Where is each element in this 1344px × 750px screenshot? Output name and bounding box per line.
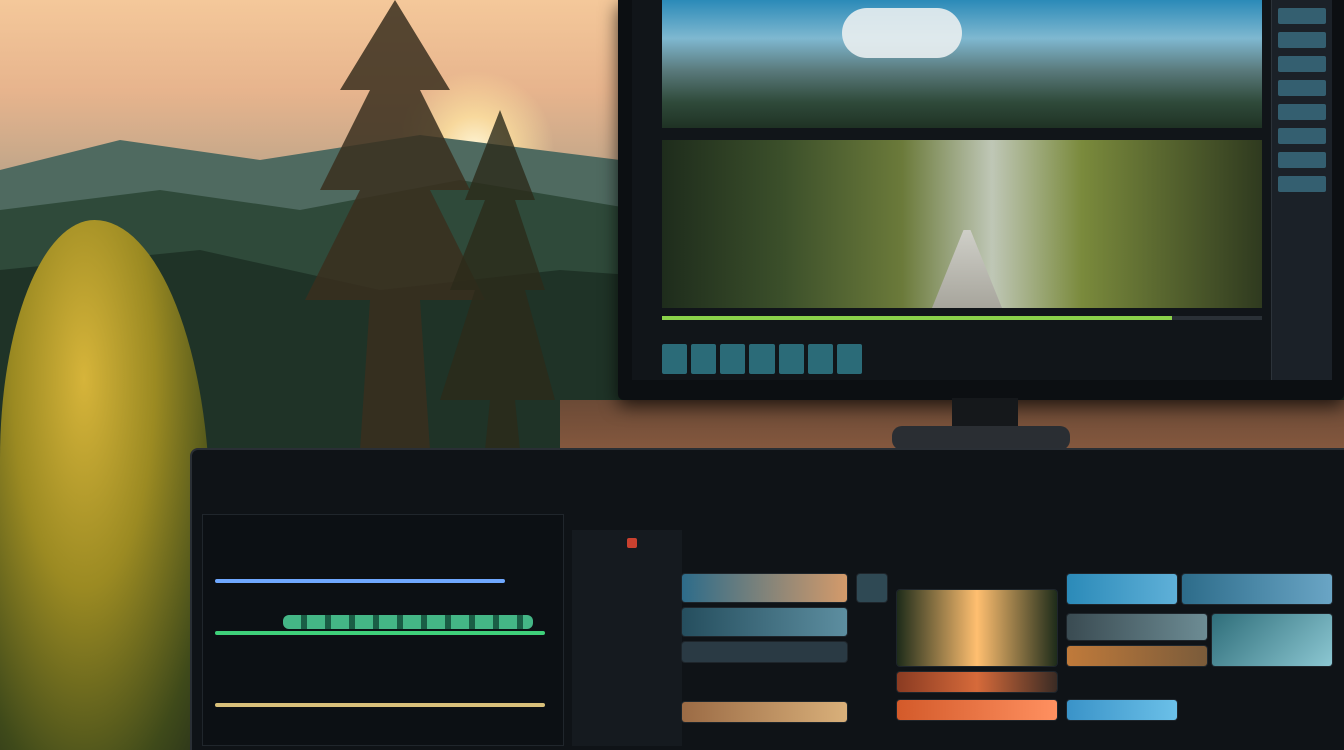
monitor-screen [632,0,1332,380]
audio-track[interactable] [215,579,505,583]
monitor-timeline[interactable] [662,316,1262,320]
clip[interactable] [1182,574,1332,604]
cloud-shape [842,8,962,58]
editor-toolbar [682,496,1342,512]
sidebar-tile[interactable] [1278,104,1326,120]
clip[interactable] [682,608,847,636]
sidebar-tile[interactable] [1278,152,1326,168]
thumb[interactable] [778,344,804,374]
sidebar-tile[interactable] [1278,32,1326,48]
playhead-marker[interactable] [627,538,637,548]
thumb[interactable] [807,344,833,374]
monitor [618,0,1344,400]
clip[interactable] [682,702,847,722]
sidebar-tile[interactable] [1278,176,1326,192]
audio-track[interactable] [215,631,545,635]
mountain-preview [662,0,1262,128]
thumb[interactable] [691,344,717,374]
editor-menubar [212,470,1342,490]
clip[interactable] [897,700,1057,720]
editor-screen [190,448,1344,750]
photo-scene [0,0,1344,750]
pine-trees [305,0,555,450]
clip[interactable] [1212,614,1332,666]
monitor-sidebar [1271,0,1332,380]
audio-track-panel [202,514,564,746]
thumb[interactable] [720,344,746,374]
sidebar-tile[interactable] [1278,128,1326,144]
waveform [283,615,533,629]
clip[interactable] [1067,574,1177,604]
clip[interactable] [682,642,847,662]
sidebar-tile[interactable] [1278,56,1326,72]
audio-track[interactable] [215,703,545,707]
timeline-progress [662,316,1172,320]
monitor-thumbnails[interactable] [662,344,862,374]
clip[interactable] [1067,646,1207,666]
clip[interactable] [897,590,1057,666]
clip[interactable] [682,574,847,602]
clip[interactable] [1067,700,1177,720]
sidebar-tile[interactable] [1278,80,1326,96]
thumb[interactable] [749,344,775,374]
clip[interactable] [897,672,1057,692]
clip[interactable] [857,574,887,602]
thumb[interactable] [662,344,688,374]
clip[interactable] [1067,614,1207,640]
playhead-panel [572,530,682,746]
thumb[interactable] [836,344,862,374]
clip-grid [682,534,1344,750]
monitor-base [892,426,1070,450]
sidebar-tile[interactable] [1278,8,1326,24]
